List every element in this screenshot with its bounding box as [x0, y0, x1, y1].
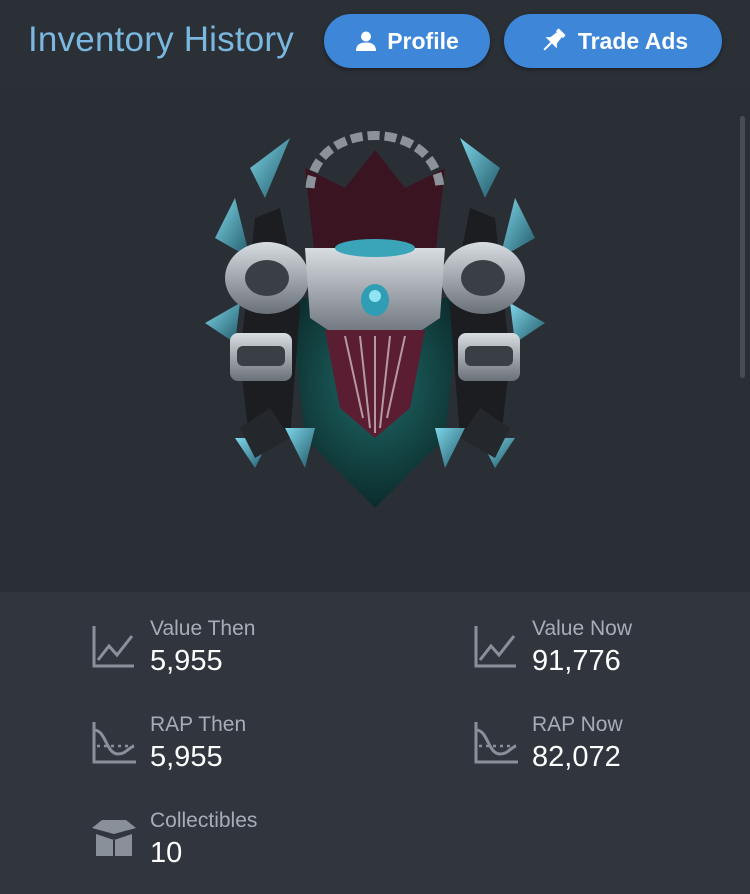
- stat-value: 5,955: [150, 741, 223, 773]
- stat-collectibles: Collectibles 10: [88, 808, 257, 870]
- stat-rap-then: RAP Then 5,955: [88, 712, 246, 774]
- page-title: Inventory History: [28, 20, 294, 59]
- trade-ads-button-label: Trade Ads: [577, 27, 689, 54]
- user-icon: [356, 31, 377, 51]
- stat-label: Collectibles: [150, 809, 258, 832]
- stat-label: Value Then: [150, 617, 256, 640]
- profile-button[interactable]: Profile: [324, 14, 490, 68]
- stat-label: Value Now: [532, 617, 632, 640]
- trade-ads-button[interactable]: Trade Ads: [504, 14, 722, 68]
- wave-chart-icon: [474, 722, 518, 764]
- stat-value: 82,072: [532, 741, 621, 773]
- stat-value: 5,955: [150, 645, 223, 677]
- profile-button-label: Profile: [387, 27, 459, 54]
- pin-icon: [543, 28, 566, 51]
- stat-value: 91,776: [532, 645, 621, 677]
- stat-value-now: Value Now 91,776: [470, 616, 632, 678]
- top-bar: Inventory History Profile Trade Ads: [0, 0, 750, 90]
- wave-chart-icon: [92, 722, 136, 764]
- stat-rap-now: RAP Now 82,072: [470, 712, 623, 774]
- stats-panel: Value Then 5,955 Value Now 91,776 RAP Th…: [0, 592, 750, 894]
- line-chart-icon: [474, 626, 516, 668]
- stat-label: RAP Then: [150, 713, 247, 736]
- box-icon: [92, 820, 136, 856]
- stat-value: 10: [150, 837, 183, 869]
- stat-label: RAP Now: [532, 713, 623, 736]
- item-image: [205, 131, 545, 508]
- line-chart-icon: [92, 626, 134, 668]
- stat-value-then: Value Then 5,955: [88, 616, 255, 678]
- scrollbar[interactable]: [740, 116, 745, 378]
